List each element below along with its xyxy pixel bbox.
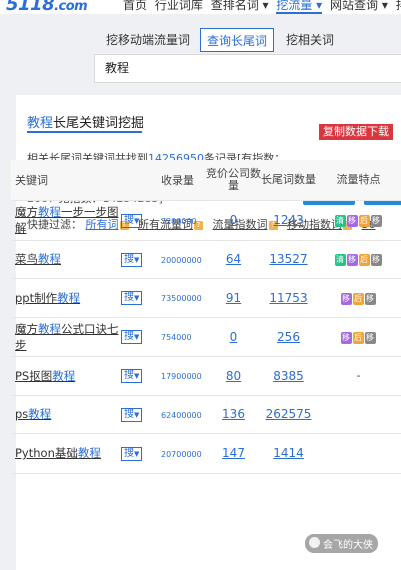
traffic-feature-badge: 移 [346,215,358,227]
chevron-down-icon: ▼ [134,216,140,225]
table-row: 魔方教程公式口诀七步 搜▼ 754000 0 256 移后移 [11,317,401,357]
table-row: ps教程 搜▼ 62400000 136 262575 [11,395,401,434]
traffic-feature-badge: 移 [370,254,382,266]
longtail-count-link[interactable]: 256 [277,330,300,344]
table-row: ppt制作教程 搜▼ 73500000 91 11753 移后移 [11,278,401,318]
traffic-feature-badge: 后 [352,331,364,344]
table-row: 菜鸟教程 搜▼ 20000000 64 13527 清移后移 [11,240,401,279]
site-logo[interactable]: 5118.com [6,0,88,14]
chevron-down-icon: ▼ [134,294,140,302]
traffic-feature-badge: 清 [334,215,346,227]
bid-count-link[interactable]: 64 [226,252,241,266]
search-engine-dropdown[interactable]: 搜▼ [121,213,143,228]
index-volume: 17900000 [161,372,202,381]
traffic-feature-empty: - [356,369,361,382]
longtail-count-link[interactable]: 13527 [269,252,307,266]
keyword-link[interactable]: Python基础教程 [15,446,101,460]
top-navigation-bar: 5118.com 首页 行业词库 查排名词 ▾ 挖流量 ▾ 网站查询 ▾ 排 [0,0,401,14]
index-volume: 20000000 [161,255,202,265]
col-volume[interactable]: 收录量 [161,160,206,201]
search-engine-dropdown[interactable]: 搜▼ [121,446,143,461]
search-engine-dropdown[interactable]: 搜▼ [121,407,143,422]
bid-count-link[interactable]: 91 [226,291,241,305]
keyword-link[interactable]: 菜鸟教程 [15,252,61,266]
index-volume: 20700000 [161,449,202,459]
bid-count-link[interactable]: 80 [226,369,241,383]
longtail-count-link[interactable]: 1414 [273,446,304,460]
traffic-feature-badge: 移 [340,292,352,305]
keyword-link[interactable]: 魔方教程一步一步图解 [15,205,119,235]
watermark-icon [309,537,320,548]
table-header-row: 关键词 收录量 竞价公司数量 长尾词数量 流量特点 [11,160,401,201]
bid-count-link[interactable]: 0 [230,213,238,227]
longtail-count-link[interactable]: 11753 [269,291,307,305]
tab-mobile-traffic[interactable]: 挖移动端流量词 [98,28,198,52]
tab-related[interactable]: 挖相关词 [280,28,340,52]
table-row: Python基础教程 搜▼ 20700000 147 1414 [11,433,401,474]
traffic-feature-cell: - [316,356,401,396]
watermark: 会飞的大侠 [305,534,378,553]
traffic-feature-badge: 移 [364,331,376,344]
col-traffic-feature: 流量特点 [316,160,401,201]
keyword-link[interactable]: 魔方教程公式口诀七步 [15,322,119,352]
search-engine-dropdown[interactable]: 搜▼ [121,252,143,267]
traffic-feature-cell: 清移后移 [316,240,401,279]
traffic-feature-badge: 后 [358,254,370,266]
nav-industry-lexicon[interactable]: 行业词库 [155,0,203,12]
col-sou [121,160,161,201]
col-keyword[interactable]: 关键词 [11,160,121,201]
search-engine-dropdown[interactable]: 搜▼ [121,291,143,305]
longtail-count-link[interactable]: 262575 [266,407,312,421]
traffic-feature-cell: 移后移 [316,317,401,357]
traffic-feature-badge: 清 [334,254,346,266]
traffic-feature-badge: 移 [364,292,376,305]
longtail-count-link[interactable]: 8385 [273,369,304,383]
longtail-count-link[interactable]: 1243 [273,213,304,227]
chevron-down-icon: ▼ [134,255,140,264]
search-engine-dropdown[interactable]: 搜▼ [121,330,143,344]
bid-count-link[interactable]: 136 [222,407,245,421]
chevron-down-icon: ▼ [134,449,140,458]
keyword-link[interactable]: PS抠图教程 [15,369,75,383]
bid-count-link[interactable]: 147 [222,446,245,460]
traffic-feature-badge: 移 [370,215,382,227]
search-input[interactable]: 教程 [94,54,401,83]
chevron-down-icon: ▼ [134,333,140,341]
traffic-feature-cell: 移后移 [316,278,401,318]
traffic-feature-badge: 后 [352,292,364,305]
nav-rank-words[interactable]: 查排名词 ▾ [211,0,269,12]
col-bid-count[interactable]: 竞价公司数量 [206,160,261,201]
index-volume: 754000 [161,333,192,342]
bid-count-link[interactable]: 0 [230,330,238,344]
keyword-link[interactable]: ppt制作教程 [15,291,80,305]
nav-site-query[interactable]: 网站查询 ▾ [330,0,388,12]
nav-traffic-mining[interactable]: 挖流量 ▾ [276,0,323,14]
panel-title: 教程长尾关键词挖掘 [27,116,145,131]
keyword-link[interactable]: ps教程 [15,407,51,421]
table-row: 魔方教程一步一步图解 搜▼ 7200000 0 1243 清移后移 [11,200,401,241]
main-nav: 首页 行业词库 查排名词 ▾ 挖流量 ▾ 网站查询 ▾ 排 [123,0,401,14]
traffic-feature-badge: 移 [346,254,358,266]
nav-rank-cut[interactable]: 排 [396,0,401,12]
traffic-feature-cell [316,433,401,474]
index-volume: 62400000 [161,410,202,420]
traffic-feature-badge: 后 [358,215,370,227]
traffic-feature-cell: 清移后移 [316,200,401,241]
title-underline [27,131,142,133]
col-longtail-count[interactable]: 长尾词数量 [261,160,316,201]
index-volume: 73500000 [161,294,202,303]
traffic-feature-badge: 移 [340,331,352,344]
copy-download-button[interactable]: 复制数据下载 [319,124,393,140]
search-engine-dropdown[interactable]: 搜▼ [121,369,143,383]
nav-home[interactable]: 首页 [123,0,147,12]
traffic-feature-cell [316,395,401,434]
tab-longtail[interactable]: 查询长尾词 [200,28,274,52]
index-volume: 7200000 [161,216,197,226]
table-row: PS抠图教程 搜▼ 17900000 80 8385 - [11,356,401,396]
keyword-table: 关键词 收录量 竞价公司数量 长尾词数量 流量特点 魔方教程一步一步图解 搜▼ … [11,160,401,474]
chevron-down-icon: ▼ [134,372,140,380]
chevron-down-icon: ▼ [134,410,140,419]
